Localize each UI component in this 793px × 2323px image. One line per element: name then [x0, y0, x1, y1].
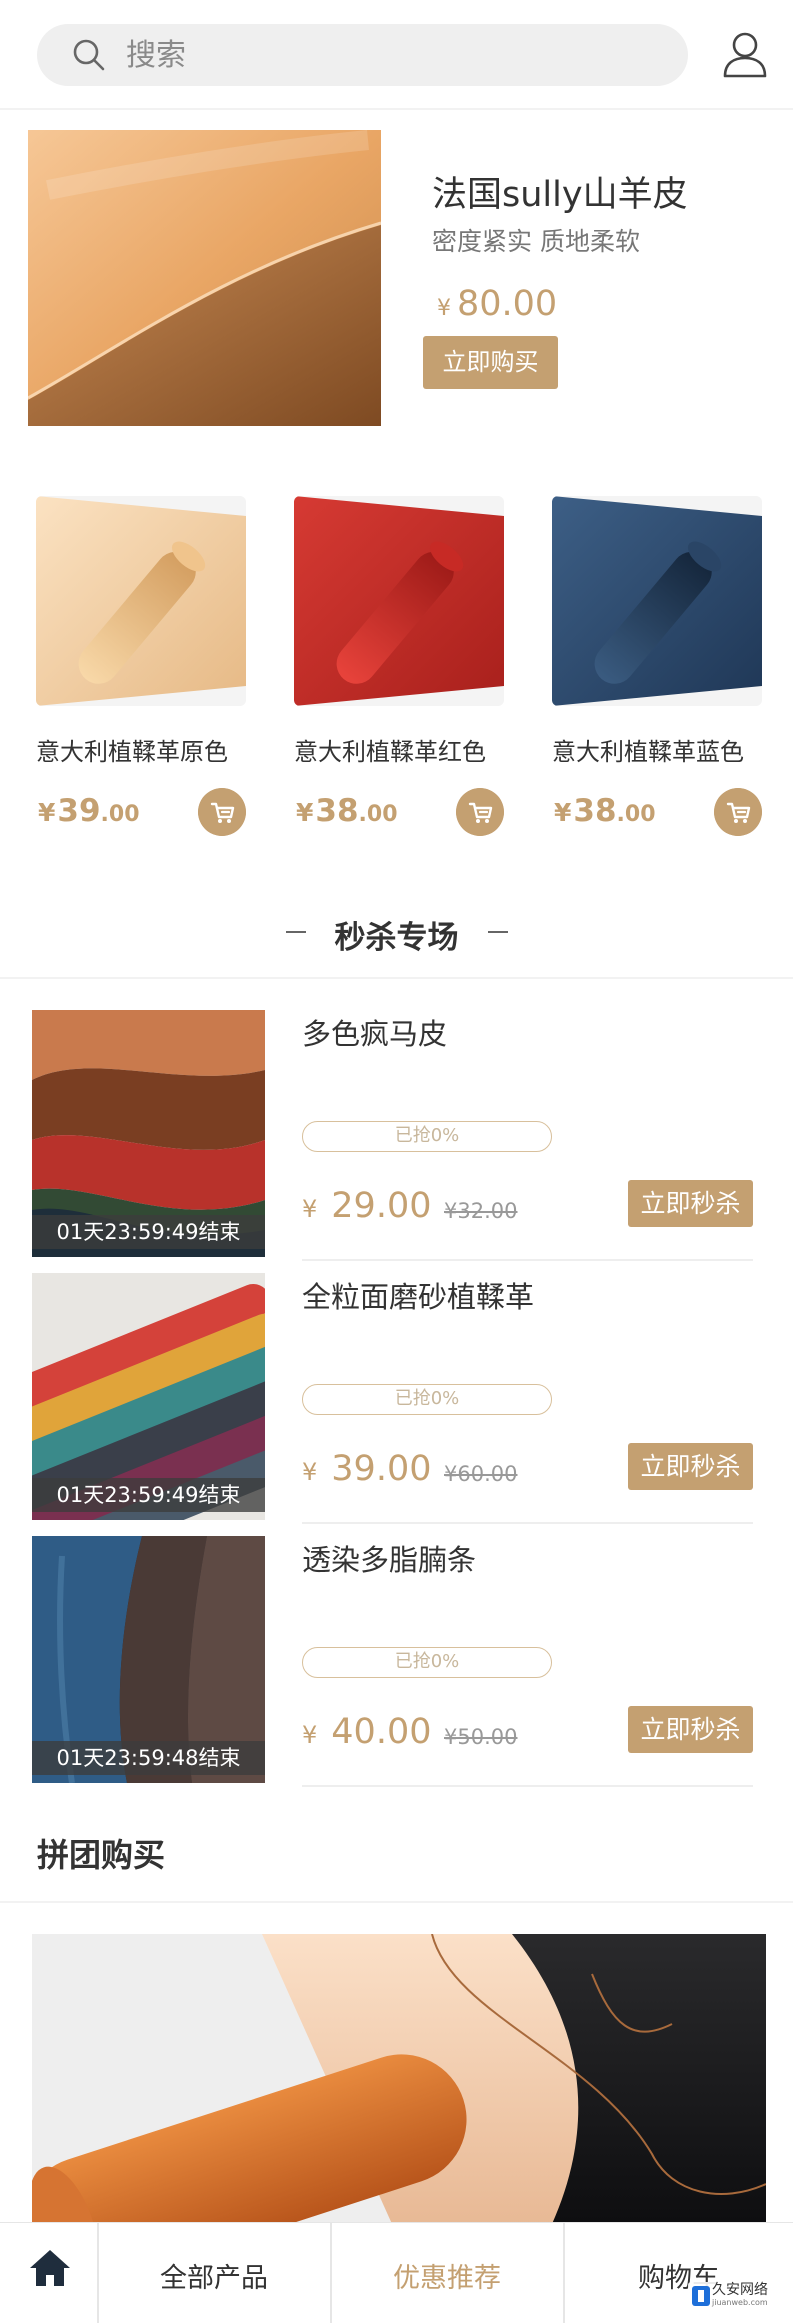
- sold-progress: 已抢0%: [302, 1647, 552, 1678]
- flash-buy-button[interactable]: 立即秒杀: [628, 1443, 753, 1490]
- watermark-text: 久安网络: [712, 2282, 768, 2298]
- grid-product-price: ¥38.00: [296, 793, 398, 829]
- flash-price-value: 40.00: [331, 1712, 432, 1752]
- price-integer: 39: [57, 793, 101, 829]
- section-divider: [0, 977, 793, 979]
- search-icon: [73, 39, 105, 71]
- flash-price-value: 39.00: [331, 1449, 432, 1489]
- nav-promotions[interactable]: 优惠推荐: [331, 2256, 563, 2295]
- sold-progress: 已抢0%: [302, 1121, 552, 1152]
- grid-product-name: 意大利植鞣革原色: [36, 738, 228, 766]
- flash-price-value: 29.00: [331, 1186, 432, 1226]
- flash-item-name: 透染多脂腩条: [302, 1543, 477, 1577]
- currency-symbol: ¥: [38, 798, 56, 827]
- grid-product-name: 意大利植鞣革红色: [294, 738, 486, 766]
- featured-subtitle: 密度紧实 质地柔软: [432, 227, 640, 256]
- currency-symbol: ¥: [302, 1458, 318, 1486]
- title-dash-right: [488, 931, 508, 933]
- buy-now-button[interactable]: 立即购买: [423, 336, 558, 389]
- flash-buy-button[interactable]: 立即秒杀: [628, 1180, 753, 1227]
- currency-symbol: ¥: [302, 1195, 318, 1223]
- add-to-cart-icon[interactable]: [198, 788, 246, 836]
- grid-product-image[interactable]: [552, 496, 762, 706]
- featured-price: ¥80.00: [437, 284, 557, 324]
- section-divider: [0, 1901, 793, 1903]
- countdown-timer: 01天23:59:49结束: [32, 1478, 265, 1512]
- featured-price-value: 80.00: [457, 284, 558, 324]
- featured-product-image[interactable]: [28, 130, 381, 426]
- grid-product-image[interactable]: [36, 496, 246, 706]
- grid-product-name: 意大利植鞣革蓝色: [552, 738, 744, 766]
- currency-symbol: ¥: [437, 296, 451, 321]
- price-integer: 38: [315, 793, 359, 829]
- flash-item-name: 多色疯马皮: [302, 1017, 448, 1051]
- flash-sale-title: 秒杀专场: [334, 920, 459, 956]
- flash-item-name: 全粒面磨砂植鞣革: [302, 1280, 535, 1314]
- price-decimal: .00: [616, 802, 656, 827]
- user-icon[interactable]: [721, 30, 769, 80]
- grid-product-price: ¥39.00: [38, 793, 140, 829]
- item-divider: [302, 1785, 753, 1787]
- countdown-timer: 01天23:59:49结束: [32, 1215, 265, 1249]
- watermark-subtext: jiuanweb.com: [712, 2298, 768, 2307]
- flash-buy-button[interactable]: 立即秒杀: [628, 1706, 753, 1753]
- price-decimal: .00: [358, 802, 398, 827]
- group-buy-title: 拼团购买: [37, 1836, 166, 1874]
- currency-symbol: ¥: [302, 1721, 318, 1749]
- item-divider: [302, 1259, 753, 1261]
- original-price: ¥32.00: [444, 1199, 518, 1223]
- sold-progress: 已抢0%: [302, 1384, 552, 1415]
- price-integer: 38: [573, 793, 617, 829]
- grid-product-image[interactable]: [294, 496, 504, 706]
- featured-title: 法国sully山羊皮: [432, 175, 688, 215]
- group-buy-banner[interactable]: [32, 1934, 766, 2224]
- flash-item-price: ¥40.00: [302, 1712, 431, 1752]
- original-price: ¥60.00: [444, 1462, 518, 1486]
- flash-item-price: ¥29.00: [302, 1186, 431, 1226]
- grid-product-price: ¥38.00: [554, 793, 656, 829]
- nav-all-products[interactable]: 全部产品: [98, 2256, 330, 2295]
- search-input[interactable]: 搜索: [126, 36, 186, 76]
- header-divider: [0, 108, 793, 110]
- currency-symbol: ¥: [554, 798, 572, 827]
- add-to-cart-icon[interactable]: [714, 788, 762, 836]
- original-price: ¥50.00: [444, 1725, 518, 1749]
- flash-item-price: ¥39.00: [302, 1449, 431, 1489]
- item-divider: [302, 1522, 753, 1524]
- countdown-timer: 01天23:59:48结束: [32, 1741, 265, 1775]
- price-decimal: .00: [100, 802, 140, 827]
- home-icon[interactable]: [28, 2248, 72, 2288]
- currency-symbol: ¥: [296, 798, 314, 827]
- add-to-cart-icon[interactable]: [456, 788, 504, 836]
